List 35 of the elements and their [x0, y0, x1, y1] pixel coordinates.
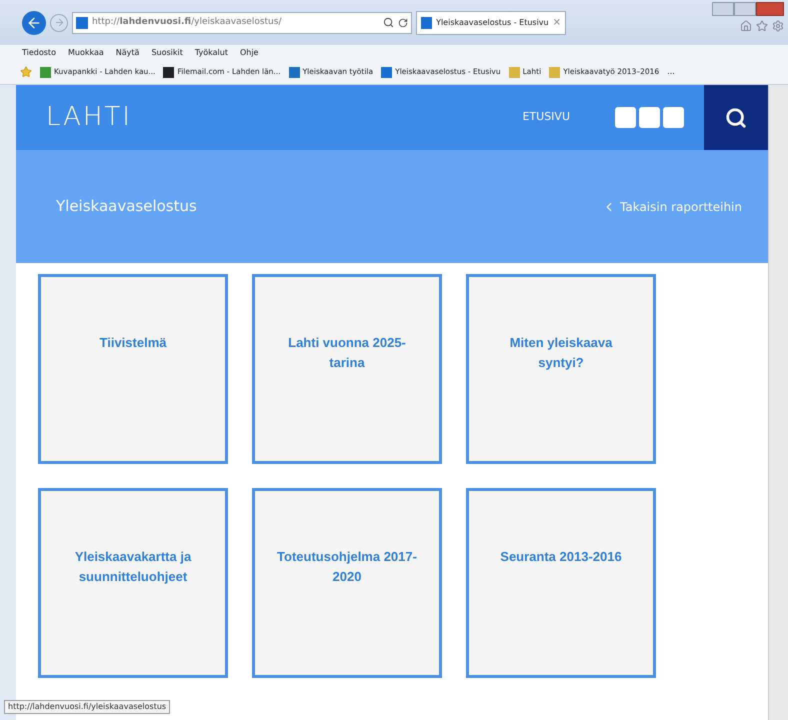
browser-tab[interactable]: Yleiskaavaselostus - Etusivu × — [416, 10, 566, 34]
tab-close-button[interactable]: × — [552, 15, 561, 30]
status-url: http://lahdenvuosi.fi/yleiskaavaselostus — [4, 700, 170, 714]
menu-item[interactable]: Ohje — [240, 46, 258, 58]
report-tile[interactable]: Toteutusohjelma 2017-2020 — [252, 488, 442, 678]
report-tile[interactable]: Lahti vuonna 2025-tarina — [252, 274, 442, 464]
menu-item[interactable]: Suosikit — [151, 46, 183, 58]
settings-icon[interactable] — [772, 20, 784, 32]
scrollbar[interactable] — [768, 85, 788, 720]
tab-title: Yleiskaavaselostus - Etusivu — [436, 16, 549, 28]
address-bar[interactable]: http://lahdenvuosi.fi/yleiskaavaselostus/ — [72, 12, 412, 34]
report-tile[interactable]: Tiivistelmä — [38, 274, 228, 464]
search-icon — [725, 106, 747, 128]
page-title: Yleiskaavaselostus — [56, 196, 197, 218]
menu-item[interactable]: Tiedosto — [22, 46, 56, 58]
back-button[interactable] — [22, 10, 46, 34]
search-button[interactable] — [704, 85, 768, 150]
url-text: http://lahdenvuosi.fi/yleiskaavaselostus/ — [92, 16, 282, 29]
forward-arrow-icon — [54, 17, 64, 28]
menu-item[interactable]: Näytä — [116, 46, 140, 58]
menu-item[interactable]: Työkalut — [194, 46, 228, 58]
search-icon[interactable] — [383, 17, 394, 28]
favorites-more[interactable]: ... — [667, 66, 675, 78]
forward-button[interactable] — [50, 14, 68, 32]
report-tile[interactable]: Seuranta 2013-2016 — [466, 488, 656, 678]
site-icon — [76, 16, 88, 28]
window-controls-drawing[interactable] — [712, 2, 784, 16]
star-icon[interactable] — [756, 20, 768, 32]
report-tile[interactable]: Miten yleiskaava syntyi? — [466, 274, 656, 464]
refresh-icon[interactable] — [398, 18, 408, 28]
favorites-star-icon[interactable] — [20, 66, 32, 78]
menu-item[interactable]: Muokkaa — [68, 46, 104, 58]
report-tile[interactable]: Yleiskaavakartta ja suunnitteluohjeet — [38, 488, 228, 678]
site-icon — [421, 16, 432, 28]
home-icon[interactable] — [740, 20, 752, 32]
